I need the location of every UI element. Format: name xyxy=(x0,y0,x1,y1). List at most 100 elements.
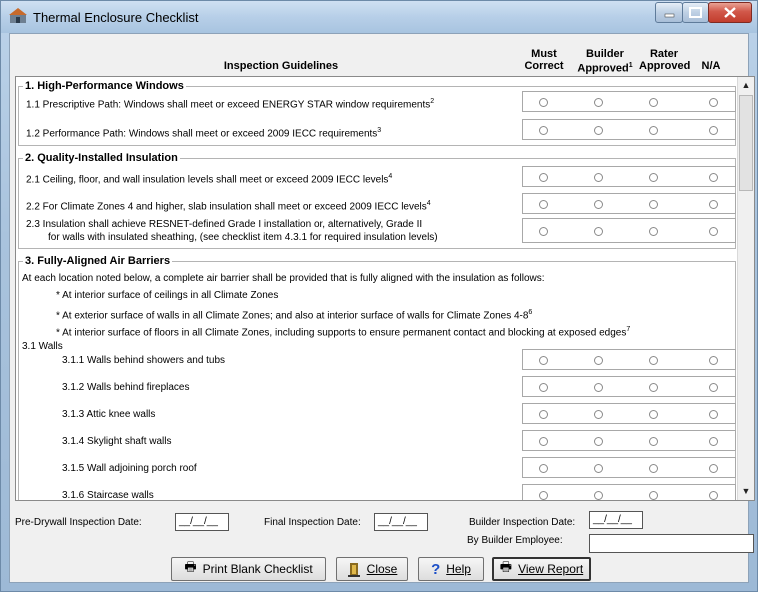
radio-builder-approved[interactable] xyxy=(594,200,603,209)
maximize-icon xyxy=(689,7,702,18)
radio-rater-approved[interactable] xyxy=(649,126,658,135)
radio-rater-approved[interactable] xyxy=(649,410,658,419)
radio-rater-approved[interactable] xyxy=(649,227,658,236)
minimize-icon xyxy=(664,13,675,18)
radio-row xyxy=(522,349,736,370)
vertical-scrollbar[interactable]: ▲ ▼ xyxy=(737,77,754,500)
radio-row xyxy=(522,91,736,112)
radio-rater-approved[interactable] xyxy=(649,464,658,473)
radio-row xyxy=(522,484,736,500)
radio-na[interactable] xyxy=(709,464,718,473)
final-date-input[interactable]: __/__/__ xyxy=(374,513,428,531)
predrywall-date-label: Pre-Drywall Inspection Date: xyxy=(15,517,142,528)
help-button[interactable]: ? Help xyxy=(418,557,484,581)
close-button[interactable]: Close xyxy=(336,557,408,581)
final-date-label: Final Inspection Date: xyxy=(264,517,361,528)
header-na: N/A xyxy=(701,60,721,72)
title-bar[interactable]: Thermal Enclosure Checklist xyxy=(1,1,757,33)
radio-must-correct[interactable] xyxy=(539,126,548,135)
checklist-listbox[interactable]: 1. High-Performance Windows 1.1 Prescrip… xyxy=(15,76,755,501)
minimize-button[interactable] xyxy=(655,2,683,23)
radio-must-correct[interactable] xyxy=(539,98,548,107)
radio-must-correct[interactable] xyxy=(539,200,548,209)
maximize-button[interactable] xyxy=(682,2,709,23)
section-title: 2. Quality-Installed Insulation xyxy=(23,152,180,164)
radio-row xyxy=(522,119,736,140)
help-icon: ? xyxy=(431,560,441,578)
radio-row xyxy=(522,376,736,397)
section-title: 1. High-Performance Windows xyxy=(23,80,186,92)
radio-builder-approved[interactable] xyxy=(594,383,603,392)
view-report-button[interactable]: 🖶 View Report xyxy=(492,557,591,581)
header-builder-approved: Builder Approved1 xyxy=(577,48,633,75)
radio-builder-approved[interactable] xyxy=(594,227,603,236)
radio-na[interactable] xyxy=(709,410,718,419)
radio-na[interactable] xyxy=(709,126,718,135)
radio-na[interactable] xyxy=(709,383,718,392)
checklist-item-3-1-2: 3.1.2 Walls behind fireplaces xyxy=(62,382,190,393)
section-title: 3. Fully-Aligned Air Barriers xyxy=(23,255,173,267)
radio-row xyxy=(522,430,736,451)
radio-rater-approved[interactable] xyxy=(649,437,658,446)
checklist-item-2-1: 2.1 Ceiling, floor, and wall insulation … xyxy=(26,173,393,186)
bullet-floors: * At interior surface of floors in all C… xyxy=(56,326,631,339)
radio-na[interactable] xyxy=(709,437,718,446)
checklist-item-3-1-5: 3.1.5 Wall adjoining porch roof xyxy=(62,463,197,474)
close-window-button[interactable] xyxy=(708,2,752,23)
radio-builder-approved[interactable] xyxy=(594,126,603,135)
radio-must-correct[interactable] xyxy=(539,227,548,236)
builder-date-label: Builder Inspection Date: xyxy=(469,517,576,528)
radio-rater-approved[interactable] xyxy=(649,491,658,500)
radio-na[interactable] xyxy=(709,98,718,107)
radio-builder-approved[interactable] xyxy=(594,98,603,107)
header-rater-approved: Rater Approved xyxy=(639,48,691,72)
radio-na[interactable] xyxy=(709,200,718,209)
bullet-ceilings: * At interior surface of ceilings in all… xyxy=(56,290,279,301)
radio-builder-approved[interactable] xyxy=(594,410,603,419)
radio-na[interactable] xyxy=(709,227,718,236)
checklist-item-1-2: 1.2 Performance Path: Windows shall meet… xyxy=(26,127,382,140)
radio-must-correct[interactable] xyxy=(539,410,548,419)
scroll-down-icon[interactable]: ▼ xyxy=(738,483,754,500)
radio-row xyxy=(522,457,736,478)
radio-na[interactable] xyxy=(709,491,718,500)
radio-builder-approved[interactable] xyxy=(594,356,603,365)
checklist-item-1-1: 1.1 Prescriptive Path: Windows shall mee… xyxy=(26,98,435,111)
radio-builder-approved[interactable] xyxy=(594,491,603,500)
checklist-item-3-1-4: 3.1.4 Skylight shaft walls xyxy=(62,436,172,447)
window-title: Thermal Enclosure Checklist xyxy=(33,10,199,25)
radio-row xyxy=(522,193,736,214)
radio-row xyxy=(522,166,736,187)
scroll-up-icon[interactable]: ▲ xyxy=(738,77,754,94)
radio-must-correct[interactable] xyxy=(539,464,548,473)
radio-rater-approved[interactable] xyxy=(649,98,658,107)
print-blank-checklist-button[interactable]: 🖶 Print Blank Checklist xyxy=(171,557,326,581)
radio-must-correct[interactable] xyxy=(539,356,548,365)
checklist-item-2-3: 2.3 Insulation shall achieve RESNET-defi… xyxy=(26,219,423,230)
header-inspection-guidelines: Inspection Guidelines xyxy=(223,60,339,72)
radio-must-correct[interactable] xyxy=(539,173,548,182)
predrywall-date-input[interactable]: __/__/__ xyxy=(175,513,229,531)
checklist-item-3-1-6: 3.1.6 Staircase walls xyxy=(62,490,154,501)
radio-must-correct[interactable] xyxy=(539,437,548,446)
checklist-item-2-2: 2.2 For Climate Zones 4 and higher, slab… xyxy=(26,200,431,213)
close-icon xyxy=(724,7,736,18)
radio-must-correct[interactable] xyxy=(539,383,548,392)
builder-date-input[interactable]: __/__/__ xyxy=(589,511,643,529)
builder-employee-input[interactable] xyxy=(589,534,754,553)
header-must-correct: Must Correct xyxy=(524,48,564,72)
radio-builder-approved[interactable] xyxy=(594,464,603,473)
radio-na[interactable] xyxy=(709,356,718,365)
radio-row xyxy=(522,403,736,424)
radio-rater-approved[interactable] xyxy=(649,200,658,209)
subheading-walls: 3.1 Walls xyxy=(22,341,63,352)
scroll-thumb[interactable] xyxy=(739,95,753,191)
radio-builder-approved[interactable] xyxy=(594,437,603,446)
radio-builder-approved[interactable] xyxy=(594,173,603,182)
radio-must-correct[interactable] xyxy=(539,491,548,500)
radio-na[interactable] xyxy=(709,173,718,182)
radio-rater-approved[interactable] xyxy=(649,356,658,365)
radio-rater-approved[interactable] xyxy=(649,383,658,392)
app-icon xyxy=(9,8,27,23)
radio-rater-approved[interactable] xyxy=(649,173,658,182)
